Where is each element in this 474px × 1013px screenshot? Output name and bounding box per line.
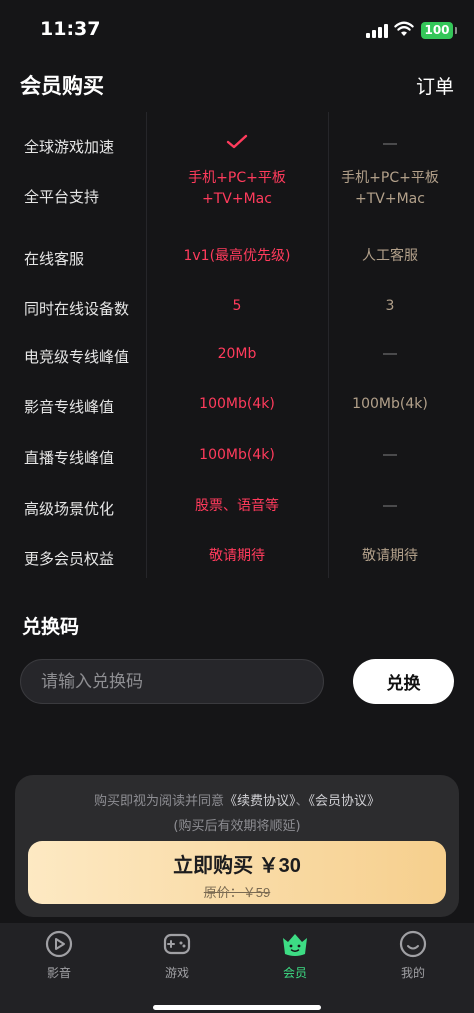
value-line: 1v1(最高优先级) <box>183 248 291 264</box>
basic-value: 敬请期待 <box>330 546 450 567</box>
value-line: 敬请期待 <box>362 548 418 564</box>
premium-value: 20Mb <box>150 344 324 365</box>
not-included-dash <box>330 496 450 517</box>
premium-value: 100Mb(4k) <box>150 394 324 415</box>
status-time: 11:37 <box>40 18 101 40</box>
buy-now-button[interactable]: 立即购买 ￥30 原价：￥59 <box>28 841 446 904</box>
column-divider <box>328 112 329 578</box>
membership-agreement-link[interactable]: 《会员协议》 <box>309 794 381 809</box>
smile-face-icon <box>399 930 427 958</box>
value-line: 5 <box>232 298 242 314</box>
premium-check-icon <box>150 134 324 157</box>
premium-value: 手机+PC+平板 +TV+Mac <box>150 168 324 210</box>
tab-bar: 影音 游戏 会员 我的 <box>0 923 474 1013</box>
battery-icon: 100 <box>421 22 457 39</box>
benefit-label: 同时在线设备数 <box>24 300 130 318</box>
tab-membership[interactable]: 会员 <box>236 929 354 989</box>
value-line: 股票、语音等 <box>195 498 279 514</box>
wifi-icon <box>394 21 414 36</box>
redeem-section-title: 兑换码 <box>22 616 80 638</box>
benefit-label: 电竞级专线峰值 <box>24 348 130 366</box>
dash-icon <box>383 353 397 355</box>
agreement-text: 购买即视为阅读并同意《续费协议》、《会员协议》 <box>15 790 459 809</box>
basic-value: 人工客服 <box>330 246 450 267</box>
status-bar: 11:37 100 <box>0 0 474 60</box>
renewal-agreement-link[interactable]: 《续费协议》 <box>224 794 296 809</box>
column-divider <box>146 112 147 578</box>
crown-icon <box>283 934 307 956</box>
basic-value: 3 <box>330 296 450 317</box>
benefit-label: 全平台支持 <box>24 188 100 206</box>
buy-now-label: 立即购买 ￥30 <box>173 855 301 877</box>
value-line: 20Mb <box>217 346 257 362</box>
benefit-label: 在线客服 <box>24 250 85 268</box>
renewal-note: (购买后有效期将顺延) <box>173 819 301 834</box>
redeem-code-input[interactable] <box>20 659 324 704</box>
agreement-prefix: 购买即视为阅读并同意 <box>93 794 224 809</box>
dash-icon <box>383 505 397 507</box>
premium-value: 100Mb(4k) <box>150 445 324 466</box>
value-line: +TV+Mac <box>355 191 425 207</box>
orders-link[interactable]: 订单 <box>416 72 454 99</box>
gamepad-icon <box>163 933 191 955</box>
play-circle-icon <box>45 930 73 958</box>
not-included-dash <box>330 134 450 155</box>
value-line: 敬请期待 <box>209 548 265 564</box>
value-line: 100Mb(4k) <box>199 396 275 412</box>
value-line: 100Mb(4k) <box>199 447 275 463</box>
premium-value: 股票、语音等 <box>150 496 324 517</box>
tab-label: 影音 <box>46 966 71 980</box>
basic-value: 100Mb(4k) <box>330 394 450 415</box>
premium-value: 5 <box>150 296 324 317</box>
premium-value: 敬请期待 <box>150 546 324 567</box>
basic-value: 手机+PC+平板 +TV+Mac <box>330 168 450 210</box>
benefit-label: 影音专线峰值 <box>24 398 115 416</box>
benefits-comparison-table: 全球游戏加速 全平台支持 手机+PC+平板 +TV+Mac 手机+PC+平板 +TV+Ma… <box>0 112 474 580</box>
redeem-button[interactable]: 兑换 <box>353 659 454 704</box>
value-line: 3 <box>385 298 395 314</box>
benefit-label: 更多会员权益 <box>24 550 115 568</box>
tab-profile[interactable]: 我的 <box>354 929 472 989</box>
nav-bar: 会员购买 订单 <box>0 60 474 110</box>
not-included-dash <box>330 344 450 365</box>
original-price: 原价：￥59 <box>203 885 271 900</box>
home-indicator <box>153 1005 321 1010</box>
value-line: 人工客服 <box>362 248 418 264</box>
value-line: +TV+Mac <box>202 191 272 207</box>
benefit-label: 直播专线峰值 <box>24 449 115 467</box>
cellular-signal-icon <box>366 24 388 38</box>
tab-label: 我的 <box>400 966 425 980</box>
tab-label: 游戏 <box>164 966 189 980</box>
dash-icon <box>383 454 397 456</box>
value-line: 100Mb(4k) <box>352 396 428 412</box>
tab-games[interactable]: 游戏 <box>118 929 236 989</box>
tab-label: 会员 <box>282 966 307 980</box>
agreement-separator: 、 <box>295 794 309 809</box>
premium-value: 1v1(最高优先级) <box>150 246 324 267</box>
purchase-panel: 购买即视为阅读并同意《续费协议》、《会员协议》 (购买后有效期将顺延) 立即购买… <box>15 775 459 917</box>
not-included-dash <box>330 445 450 466</box>
tab-media[interactable]: 影音 <box>0 929 118 989</box>
benefit-label: 高级场景优化 <box>24 500 115 518</box>
check-icon <box>226 134 248 149</box>
benefit-label: 全球游戏加速 <box>24 138 115 156</box>
value-line: 手机+PC+平板 <box>341 170 439 186</box>
dash-icon <box>383 143 397 145</box>
page-title: 会员购买 <box>20 74 104 98</box>
value-line: 手机+PC+平板 <box>188 170 286 186</box>
